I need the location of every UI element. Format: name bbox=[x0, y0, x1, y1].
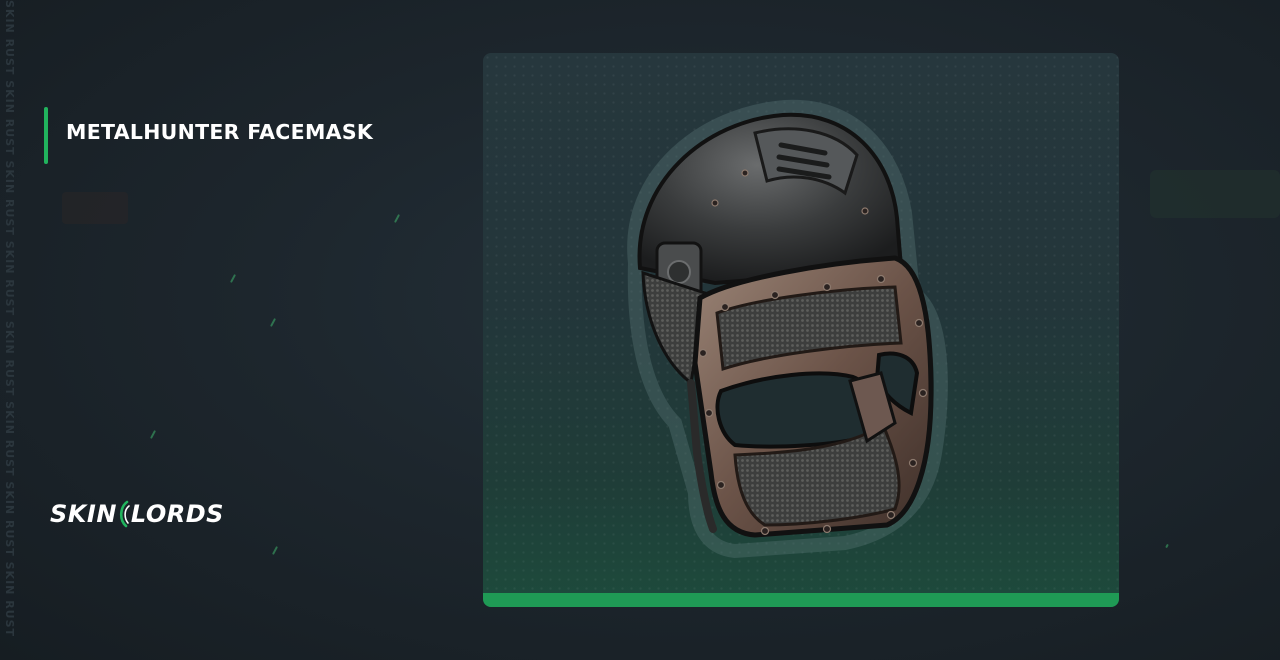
item-card bbox=[483, 53, 1119, 607]
logo-text-skin: SKIN bbox=[50, 500, 117, 528]
background-ghost-badge bbox=[62, 192, 128, 224]
skinlords-logo: SKIN LORDS bbox=[50, 500, 224, 528]
metalhunter-facemask-image bbox=[627, 99, 948, 559]
skinlords-logo-mark-icon bbox=[119, 500, 130, 528]
title-accent-bar bbox=[44, 107, 48, 164]
side-watermark: SKIN RUST SKIN RUST SKIN RUST SKIN RUST … bbox=[4, 0, 16, 638]
background-speck bbox=[270, 318, 276, 327]
background-speck bbox=[394, 214, 400, 223]
item-title: METALHUNTER FACEMASK bbox=[66, 120, 374, 144]
background-speck bbox=[230, 274, 236, 283]
card-accent-bar bbox=[483, 593, 1119, 607]
background-speck bbox=[272, 546, 278, 555]
logo-text-lords: LORDS bbox=[130, 500, 224, 528]
background-speck bbox=[150, 430, 156, 439]
background-speck bbox=[1165, 543, 1169, 549]
background-ghost-button bbox=[1150, 170, 1280, 218]
